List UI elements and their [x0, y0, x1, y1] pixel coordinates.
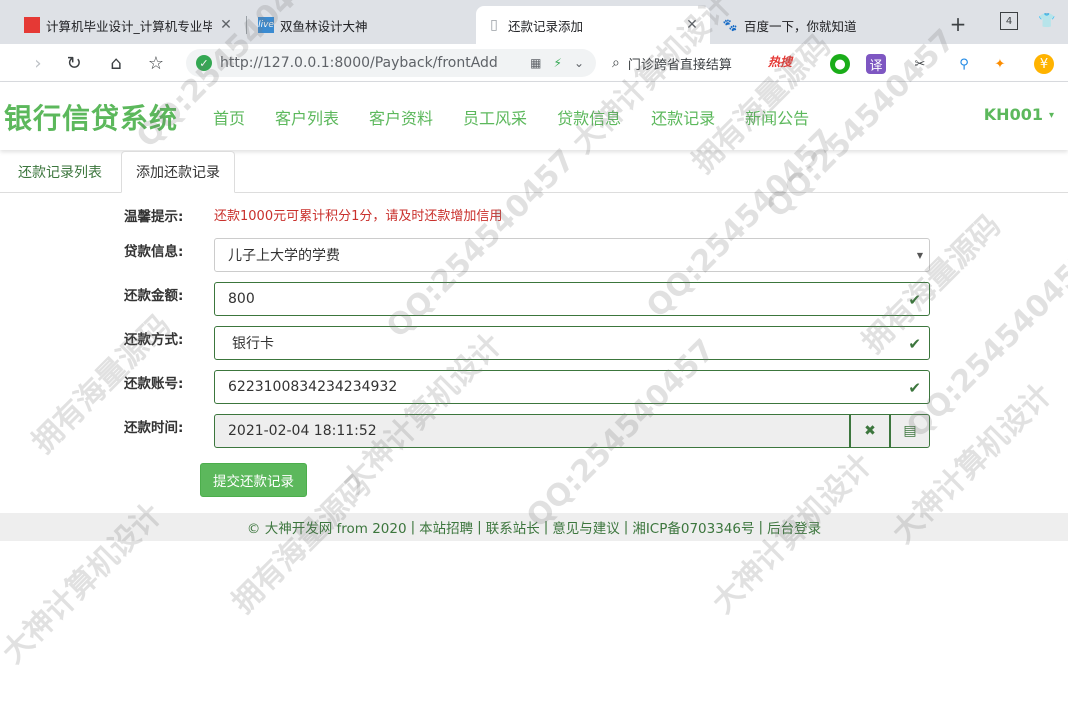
method-label: 还款方式: [124, 332, 184, 348]
check-icon: ✔ [908, 291, 921, 309]
qr-grid-icon[interactable]: ▦ [530, 56, 541, 70]
tip-label: 温馨提示: [124, 209, 184, 225]
tab-count-button[interactable]: 4 [1000, 12, 1018, 30]
reload-icon[interactable]: ↻ [62, 51, 86, 75]
translate-icon[interactable]: 译 [866, 54, 886, 74]
user-menu[interactable]: KH001 ▾ [984, 105, 1054, 124]
browser-tab-strip: 计算机毕业设计_计算机专业毕业 ✕ live 双鱼林设计大神 ▯ 还款记录添加 … [0, 0, 1068, 44]
footer-sep: | [477, 519, 482, 535]
user-id: KH001 [983, 105, 1043, 124]
baidu-favicon-icon: 🐾 [722, 18, 738, 32]
page-favicon-icon: ▯ [490, 17, 498, 33]
close-icon[interactable]: ✕ [218, 17, 234, 33]
time-label: 还款时间: [124, 420, 184, 436]
footer-copyright: © 大神开发网 from 2020 [246, 521, 407, 537]
submit-repayment-button[interactable]: 提交还款记录 [200, 463, 307, 497]
loan-select[interactable]: 儿子上大学的学费 ▼ [214, 238, 930, 272]
shirt-icon[interactable]: 👕 [1038, 12, 1056, 30]
tab-title: 百度一下，你就知道 [744, 18, 857, 34]
scissors-icon[interactable]: ✂ [910, 54, 930, 74]
footer-sep: | [543, 519, 549, 535]
menu-item-news[interactable]: 新闻公告 [745, 105, 809, 129]
home-icon[interactable]: ⌂ [104, 51, 128, 75]
footer-link-feedback[interactable]: 意见与建议 [552, 517, 620, 537]
new-tab-button[interactable]: + [946, 12, 970, 36]
footer-link-admin-login[interactable]: 后台登录 [767, 517, 821, 537]
menu-item-staff[interactable]: 员工风采 [463, 105, 527, 129]
calendar-icon: ▤ [903, 423, 917, 439]
lightning-icon[interactable]: ⚡ [554, 56, 562, 70]
check-icon: ✔ [908, 379, 921, 397]
site-navbar: 银行信贷系统 首页 客户列表 客户资料 员工风采 贷款信息 还款记录 新闻公告 … [0, 82, 1068, 150]
tab-title: 计算机毕业设计_计算机专业毕业 [46, 18, 212, 34]
menu-item-customer-list[interactable]: 客户列表 [275, 105, 339, 129]
loan-select-value: 儿子上大学的学费 [228, 248, 340, 264]
magnifier-icon[interactable]: ⚲ [954, 54, 974, 74]
amount-value: 800 [228, 291, 255, 307]
search-icon: ⌕ [612, 55, 620, 71]
secure-shield-icon[interactable]: ✓ [196, 55, 212, 71]
time-input[interactable]: 2021-02-04 18:11:52 [214, 414, 850, 448]
browser-tab-4[interactable]: 🐾 百度一下，你就知道 [712, 6, 932, 44]
tab-divider [246, 16, 247, 34]
menu-item-customer-profile[interactable]: 客户资料 [369, 105, 433, 129]
amount-input[interactable]: 800 ✔ [214, 282, 930, 316]
star-icon[interactable]: ☆ [144, 51, 168, 75]
tab-title: 还款记录添加 [508, 18, 584, 34]
game-icon[interactable]: ✦ [990, 54, 1010, 74]
coin-icon[interactable]: ¥ [1034, 54, 1054, 74]
chevron-down-icon[interactable]: ⌄ [574, 56, 584, 70]
browser-tab-active[interactable]: ▯ 还款记录添加 ✕ [476, 6, 710, 44]
calendar-button[interactable]: ▤ [890, 414, 930, 448]
footer-sep: | [410, 519, 416, 535]
account-label: 还款账号: [124, 376, 184, 392]
account-value: 6223100834234234932 [228, 379, 398, 395]
forward-icon[interactable]: › [26, 51, 50, 75]
tab-add-repayment[interactable]: 添加还款记录 [121, 151, 235, 193]
main-menu: 首页 客户列表 客户资料 员工风采 贷款信息 还款记录 新闻公告 [213, 105, 839, 129]
footer-sep: | [623, 519, 629, 535]
search-suggestion-text: 门诊跨省直接结算 [627, 57, 732, 73]
menu-item-repayments[interactable]: 还款记录 [651, 105, 715, 129]
amount-label: 还款金额: [124, 288, 184, 304]
tab-repayment-list[interactable]: 还款记录列表 [4, 151, 116, 193]
caret-down-icon: ▼ [916, 251, 923, 260]
footer-link-contact[interactable]: 联系站长 [486, 517, 540, 537]
search-suggestion[interactable]: ⌕ 门诊跨省直接结算 [612, 52, 732, 74]
check-icon: ✔ [908, 335, 921, 353]
footer-sep: | [758, 519, 764, 535]
site-favicon-icon [24, 17, 40, 33]
wechat-icon[interactable]: ● [830, 54, 850, 74]
account-input[interactable]: 6223100834234234932 ✔ [214, 370, 930, 404]
browser-tab-2[interactable]: live 双鱼林设计大神 [248, 6, 472, 44]
brand-logo[interactable]: 银行信贷系统 [4, 97, 178, 137]
clear-time-button[interactable]: ✖ [850, 414, 890, 448]
menu-item-home[interactable]: 首页 [213, 105, 245, 129]
close-icon[interactable]: ✕ [684, 17, 700, 33]
caret-down-icon: ▾ [1048, 110, 1054, 121]
menu-item-loans[interactable]: 贷款信息 [557, 105, 621, 129]
tip-text: 还款1000元可累计积分1分，请及时还款增加信用 [214, 209, 503, 224]
time-value: 2021-02-04 18:11:52 [228, 423, 377, 439]
method-input[interactable]: 银行卡 ✔ [214, 326, 930, 360]
footer-link-icp[interactable]: 湘ICP备0703346号 [632, 517, 754, 537]
browser-toolbar: › ↻ ⌂ ☆ ✓ http://127.0.0.1:8000/Payback/… [0, 44, 1068, 82]
subtab-bar: 还款记录列表 添加还款记录 [0, 151, 1068, 193]
address-bar[interactable]: ✓ http://127.0.0.1:8000/Payback/frontAdd… [186, 49, 596, 77]
live-favicon-icon: live [258, 17, 274, 33]
footer-link-jobs[interactable]: 本站招聘 [419, 517, 473, 537]
remove-icon: ✖ [864, 423, 876, 439]
browser-tab-1[interactable]: 计算机毕业设计_计算机专业毕业 ✕ [14, 6, 244, 44]
tab-title: 双鱼林设计大神 [280, 18, 368, 34]
loan-label: 贷款信息: [124, 244, 184, 260]
url-text[interactable]: http://127.0.0.1:8000/Payback/frontAdd [220, 55, 530, 71]
site-footer: © 大神开发网 from 2020 | 本站招聘 | 联系站长 | 意见与建议 … [0, 513, 1068, 541]
hot-search-badge[interactable]: 热搜 [764, 53, 796, 73]
method-value: 银行卡 [232, 336, 274, 352]
